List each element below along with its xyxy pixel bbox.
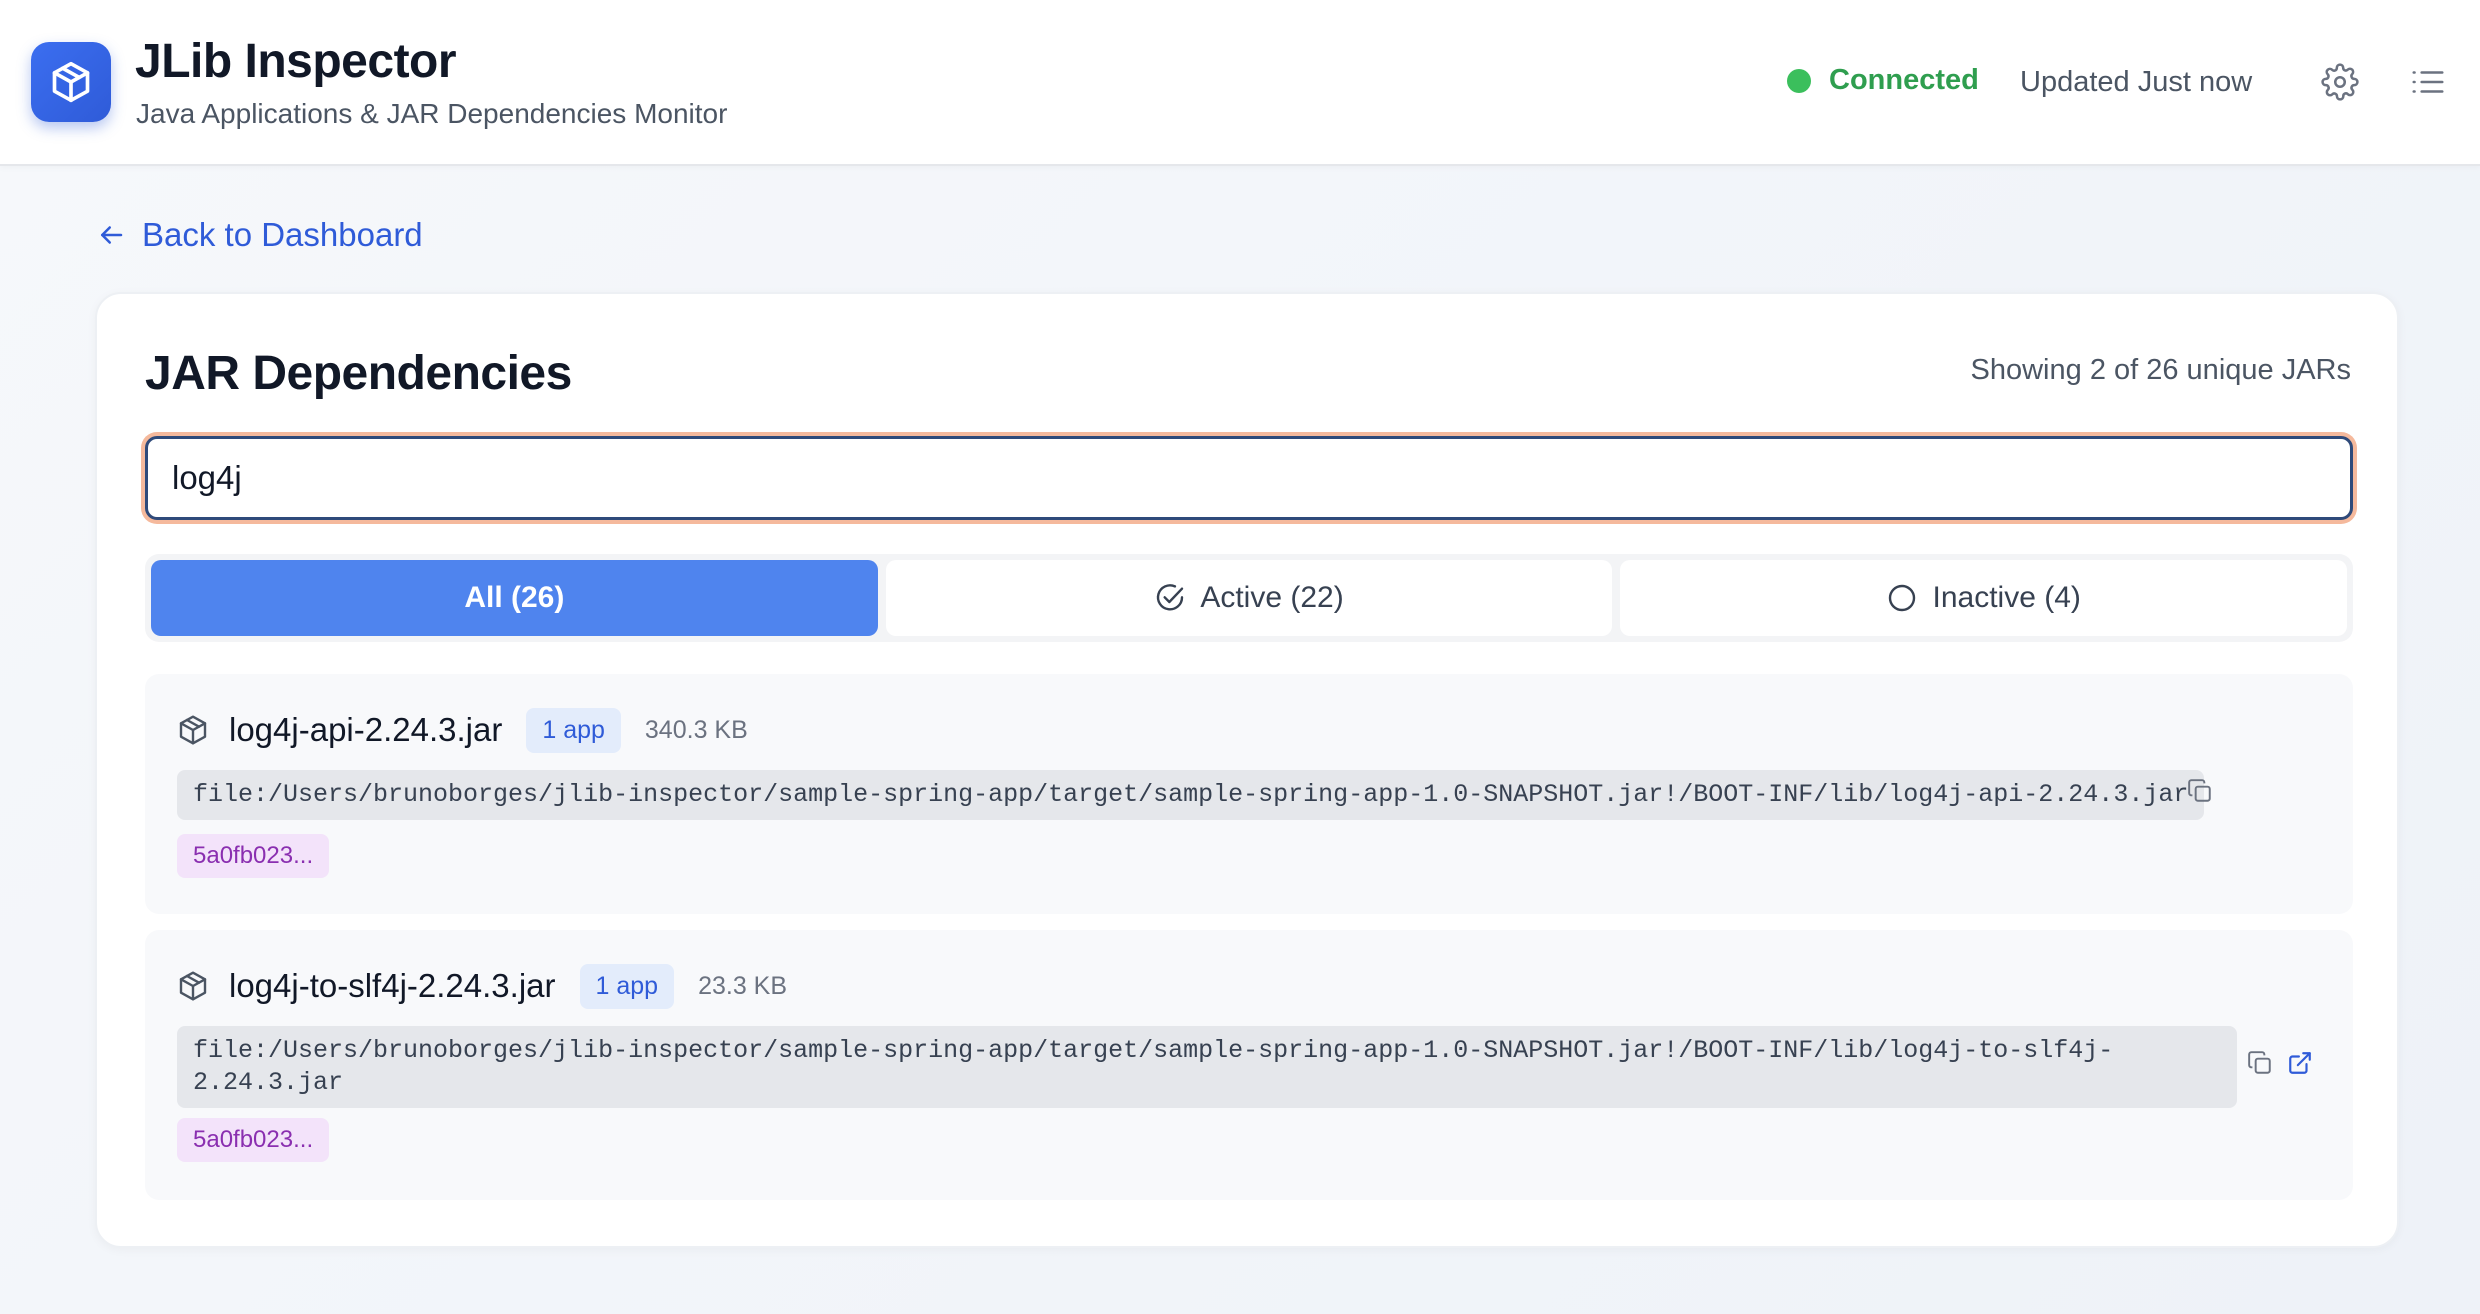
gear-icon	[2321, 63, 2359, 101]
package-icon	[52, 61, 90, 103]
arrow-left-icon	[101, 226, 123, 244]
jar-hash[interactable]: 5a0fb023...	[177, 1118, 330, 1162]
list-icon	[2412, 71, 2444, 93]
package-icon	[179, 971, 207, 1001]
tab-inactive-label: Inactive (4)	[1932, 581, 2081, 614]
status-text: Connected	[1829, 64, 1979, 96]
check-circle-icon	[1157, 584, 1184, 611]
app-header: JLib Inspector Java Applications & JAR D…	[0, 0, 2480, 166]
results-count: Showing 2 of 26 unique JARs	[1970, 354, 2351, 386]
jar-path-line: file:/Users/brunoborges/jlib-inspector/s…	[193, 1036, 2114, 1065]
connection-status: Connected	[1787, 64, 1979, 97]
back-to-dashboard-link[interactable]: Back to Dashboard	[96, 216, 423, 254]
app-subtitle: Java Applications & JAR Dependencies Mon…	[136, 98, 728, 129]
jar-name: log4j-api-2.24.3.jar	[229, 711, 503, 748]
package-icon	[179, 715, 207, 745]
filter-tabs: All (26) Active (22) Inactive (4)	[145, 554, 2353, 642]
jar-size: 23.3 KB	[698, 971, 788, 1000]
jar-dependencies-card: JAR Dependencies Showing 2 of 26 unique …	[95, 292, 2399, 1248]
jar-name: log4j-to-slf4j-2.24.3.jar	[229, 967, 556, 1004]
copy-path-button[interactable]	[2245, 1048, 2275, 1078]
tab-all-label: All (26)	[464, 581, 565, 614]
copy-icon	[2188, 779, 2211, 802]
search-input[interactable]	[145, 436, 2353, 520]
circle-icon	[1889, 584, 1916, 612]
menu-button[interactable]	[2406, 60, 2450, 104]
settings-button[interactable]	[2318, 60, 2362, 104]
status-dot-icon	[1787, 68, 1811, 93]
jar-path: file:/Users/brunoborges/jlib-inspector/s…	[177, 1026, 2237, 1108]
open-external-button[interactable]	[2285, 1048, 2315, 1078]
jar-path-line: 2.24.3.jar	[193, 1068, 344, 1097]
jar-size: 340.3 KB	[644, 715, 748, 744]
app-count-badge[interactable]: 1 app	[579, 963, 675, 1009]
last-updated: Updated Just now	[2020, 66, 2253, 98]
external-link-icon	[2289, 1052, 2311, 1074]
jar-list-item: log4j-api-2.24.3.jar 1 app 340.3 KB file…	[145, 674, 2353, 914]
tab-active[interactable]: Active (22)	[885, 560, 1613, 636]
copy-icon	[2248, 1051, 2271, 1074]
tab-all[interactable]: All (26)	[151, 560, 878, 636]
app-count-badge[interactable]: 1 app	[526, 707, 621, 753]
jar-list-item: log4j-to-slf4j-2.24.3.jar 1 app 23.3 KB …	[145, 930, 2353, 1200]
app-logo	[31, 42, 111, 122]
tab-active-label: Active (22)	[1200, 581, 1344, 614]
back-label: Back to Dashboard	[142, 216, 423, 253]
app-title: JLib Inspector	[135, 35, 457, 88]
copy-path-button[interactable]	[2185, 776, 2215, 806]
jar-hash[interactable]: 5a0fb023...	[177, 834, 330, 878]
tab-inactive[interactable]: Inactive (4)	[1620, 560, 2348, 636]
page-title: JAR Dependencies	[145, 347, 572, 400]
jar-path: file:/Users/brunoborges/jlib-inspector/s…	[177, 770, 2205, 820]
